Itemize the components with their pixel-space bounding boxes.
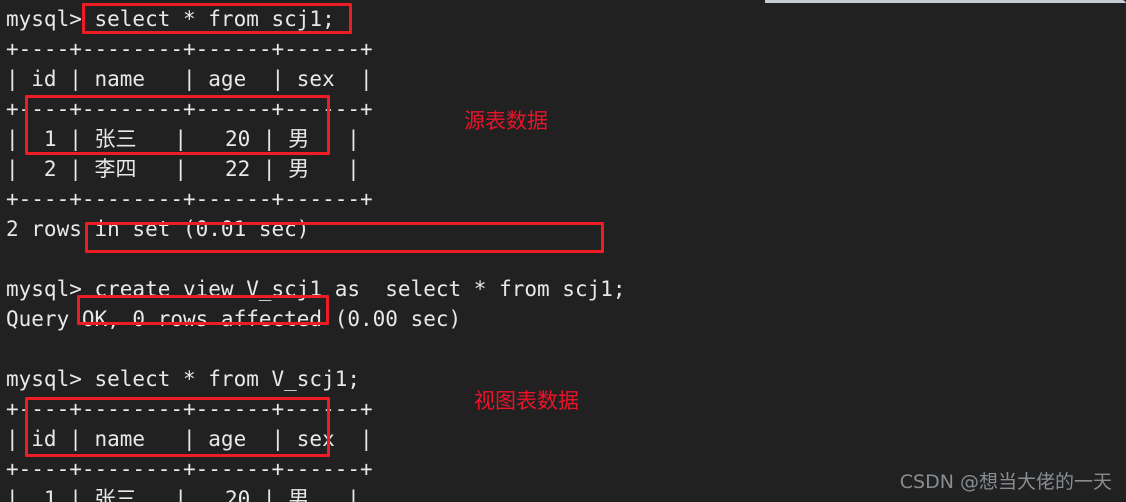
terminal-line-result-count: 2 rows in set (0.01 sec) [6,217,310,241]
annotation-view-table: 视图表数据 [474,389,579,413]
terminal-output: mysql> select * from scj1; +----+-------… [0,0,1126,502]
terminal-line-separator: +----+--------+------+------+ [6,37,373,61]
terminal-line-command-select-source: mysql> select * from scj1; [6,7,335,31]
watermark: CSDN @想当大佬的一天 [899,471,1112,493]
terminal-line-table-header: | id | name | age | sex | [6,67,373,91]
table-row: | 2 | 李四 | 22 | 男 | [6,157,360,181]
terminal-screenshot: mysql> select * from scj1; +----+-------… [0,0,1126,502]
terminal-line-command-create-view: mysql> create view V_scj1 as select * fr… [6,277,626,301]
terminal-line-separator: +----+--------+------+------+ [6,187,373,211]
terminal-line-table-header: | id | name | age | sex | [6,427,373,451]
table-row: | 1 | 张三 | 20 | 男 | [6,127,360,151]
annotation-source-table: 源表数据 [464,109,548,133]
terminal-line-query-ok: Query OK, 0 rows affected (0.00 sec) [6,307,462,331]
terminal-line-separator: +----+--------+------+------+ [6,97,373,121]
